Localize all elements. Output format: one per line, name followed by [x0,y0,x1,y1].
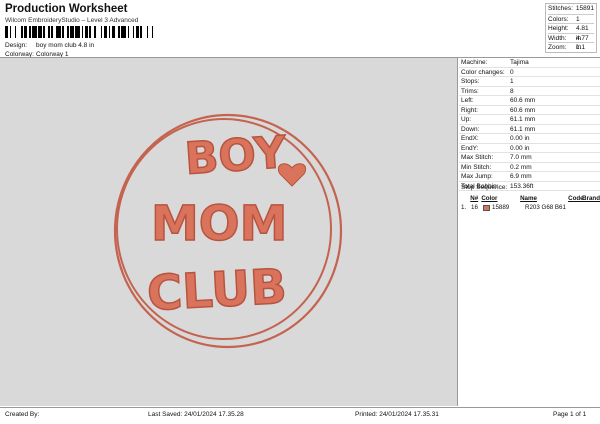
machine-info-value: 7.0 mm [510,154,532,161]
heart-icon [278,163,306,187]
machine-info-label: EndX: [461,135,479,142]
software-subtitle: Wilcom EmbroideryStudio – Level 3 Advanc… [5,17,139,24]
word-club: CLUB [146,259,288,322]
machine-info-label: Trims: [461,87,479,95]
stop-sequence-title: Stop Sequence: [461,184,508,191]
machine-info-label: Max Stitch: [461,154,494,161]
last-saved: Last Saved: 24/01/2024 17.35.28 [148,411,244,418]
summary-row: Colors: 1 [548,13,594,24]
design-name: boy mom club 4.8 in [36,42,95,49]
machine-info-row: Down: 61.1 mm [459,125,600,134]
machine-info-value: 0.2 mm [510,163,532,171]
row-code [577,203,591,212]
machine-info-label: Max Jump: [461,173,493,180]
summary-row: Stitches: 15891 [548,4,594,14]
summary-value: 4.81 in [576,25,589,42]
machine-info-row: Machine: Tajima [459,58,600,68]
summary-label: Height: [548,25,569,32]
row-index: 1. [461,204,467,211]
col-index [461,194,470,203]
summary-row: Height: 4.81 in [548,23,594,42]
stop-sequence-table: N# Color Name Code Brand 1. 16 15889 R20… [459,194,600,212]
row-name: R203 G68 B61 [525,204,566,211]
machine-info-value: 61.1 mm [510,116,536,123]
machine-info-row: EndY: 0.00 in [459,144,600,153]
table-row: 1. 16 15889 R203 G68 B61 [459,203,600,212]
summary-row: Zoom: 1:1 [548,42,594,52]
summary-label: Stitches: [548,5,573,12]
machine-info-label: Left: [461,97,474,104]
machine-info-value: 0 [510,68,514,76]
machine-info-value: 60.6 mm [510,97,536,104]
machine-info-value: 153.36ft [510,182,534,190]
machine-info-row: Right: 60.6 mm [459,106,600,115]
machine-info-value: 61.1 mm [510,125,536,133]
machine-info-value: 60.6 mm [510,106,536,114]
word-boy: BOY [183,127,289,185]
col-brand: Brand [582,195,600,202]
col-name: Name [520,195,537,202]
row-n: 16 [471,204,478,211]
embroidery-design: BOY MOM CLUB [113,113,343,349]
page-title: Production Worksheet [5,3,128,15]
machine-info-row: Max Stitch: 7.0 mm [459,153,600,163]
machine-info-value: 6.9 mm [510,173,532,180]
summary-row: Width: 4.77 in [548,32,594,52]
row-color: 15889 [483,203,525,212]
machine-info-label: Machine: [461,59,488,66]
word-mom: MOM [151,196,287,252]
col-n: N# [470,195,479,202]
machine-info-row: Left: 60.6 mm [459,96,600,106]
machine-info-row: Up: 61.1 mm [459,115,600,125]
machine-info-label: Stops: [461,78,480,85]
machine-info-label: Down: [461,125,480,133]
summary-label: Zoom: [548,44,567,51]
machine-info-row: EndX: 0.00 in [459,134,600,144]
footer-divider [0,407,600,408]
machine-info-label: Up: [461,116,472,123]
summary-label: Colors: [548,15,569,23]
machine-info-value: Tajima [510,59,529,66]
machine-info-label: Color changes: [461,68,505,76]
color-swatch [483,204,490,211]
summary-value: 4.77 in [576,34,589,52]
summary-label: Width: [548,34,567,42]
summary-value: 1:1 [576,44,586,51]
lettering: BOY MOM CLUB [145,126,306,323]
row-color-code: 15889 [492,204,510,211]
stop-table-header: N# Color Name Code Brand [459,194,600,203]
machine-info-row: Min Stitch: 0.2 mm [459,163,600,172]
machine-info-value: 0.00 in [510,144,530,152]
summary-panel: Stitches: 15891 Colors: 1 Height: 4.81 in Widt… [545,3,597,53]
machine-info-value: 0.00 in [510,135,530,142]
created-by: Created By: [5,411,40,418]
summary-value: 15891 [575,5,594,12]
col-color: Color [481,195,498,202]
machine-info-row: Max Jump: 6.9 mm [459,172,600,182]
machine-info-panel: Machine: Tajima Color changes: 0 Stops: 1 Trim… [459,58,600,191]
machine-info-value: 1 [510,78,514,85]
machine-info-label: EndY: [461,144,479,152]
machine-info-row: Color changes: 0 [459,68,600,77]
design-label: Design: [5,42,28,49]
machine-info-label: Right: [461,106,478,114]
printed-date: Printed: 24/01/2024 17.35.31 [355,411,439,418]
barcode [5,26,155,38]
machine-info-value: 8 [510,87,514,95]
summary-value: 1 [576,15,580,23]
page-number: Page 1 of 1 [553,411,587,418]
machine-info-label: Min Stitch: [461,163,492,171]
machine-info-row: Trims: 8 [459,87,600,96]
machine-info-row: Stops: 1 [459,77,600,87]
col-code: Code [568,195,584,202]
design-preview: BOY MOM CLUB [0,58,458,406]
